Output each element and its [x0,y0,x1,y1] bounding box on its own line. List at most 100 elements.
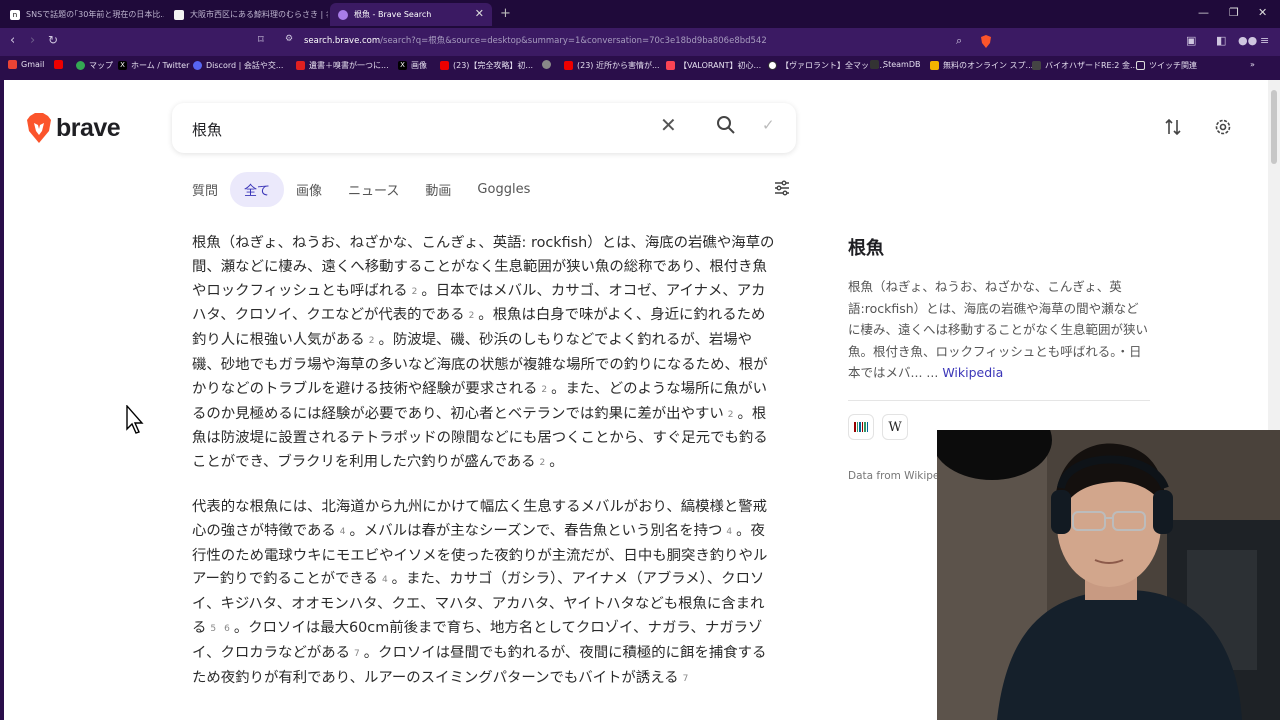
citation[interactable]: 2 [469,311,475,321]
bookmark-item[interactable]: 遺書＋嗅書が一つに... [296,60,389,71]
zoom-icon[interactable]: ⌕ [956,34,962,48]
scrollbar-thumb[interactable] [1271,90,1277,164]
bookmark-item[interactable]: Gmail [8,60,44,69]
bookmark-folder[interactable]: ツイッチ関連 [1136,60,1197,71]
bookmark-label: Discord | 会話や交... [206,61,284,70]
close-window-icon[interactable]: ✕ [1258,6,1267,19]
restore-icon[interactable]: ❐ [1229,6,1239,19]
check-icon[interactable]: ✓ [762,116,775,134]
tab-label: SNSで話題の｢30年前と現在の日本比... [26,10,164,19]
sort-icon[interactable] [1164,118,1182,140]
x-icon: X [398,61,407,70]
citation[interactable]: 2 [412,287,418,297]
citation[interactable]: 5 [210,624,216,634]
browser-tab-2[interactable]: 大阪市西区にある鯨料理のむらさき | 名... [166,3,328,26]
wikipedia-link[interactable]: Wikipedia [942,365,1003,380]
brave-wordmark: brave [56,113,121,142]
citation[interactable]: 6 [224,624,230,634]
summary-paragraph-2: 代表的な根魚には、北海道から九州にかけて幅広く生息するメバルがおり、縞模様と警戒… [192,496,776,691]
site-icon [296,61,305,70]
back-icon[interactable]: ‹ [10,33,15,48]
bookmark-item[interactable]: Discord | 会話や交... [193,60,283,71]
close-tab-icon[interactable]: ✕ [475,7,484,20]
search-icon[interactable] [716,115,736,139]
webcam-overlay [937,430,1280,720]
citation[interactable]: 2 [540,458,546,468]
site-info-icon[interactable]: ⚙ [285,34,293,44]
minimize-icon[interactable]: — [1198,6,1209,19]
tab-favicon [174,9,184,20]
bookmark-item[interactable]: (23)【完全攻略】初... [440,60,533,71]
x-icon: X [118,61,127,70]
tab-all[interactable]: 全て [230,171,285,207]
bookmarks-bar: Gmail マップ X ホーム / Twitter Discord | 会話や交.… [0,56,1280,78]
bookmark-label: 遺書＋嗅書が一つに... [309,61,389,70]
new-tab-icon[interactable]: + [500,6,511,21]
tab-news[interactable]: ニュース [348,172,399,207]
reload-icon[interactable]: ↻ [48,33,58,47]
wikidata-icon[interactable] [848,414,874,440]
search-input[interactable]: 根魚 [192,119,222,140]
bookmark-item[interactable]: X ホーム / Twitter [118,60,189,71]
bookmark-label: 【VALORANT】初心... [679,61,762,70]
bookmark-item[interactable]: 【VALORANT】初心... [666,60,761,71]
tab-questions[interactable]: 質問 [192,172,218,207]
valorant-icon [666,61,675,70]
summary-paragraph-1: 根魚（ねぎょ、ねうお、ねざかな、こんぎょ、英語: rockfish）とは、海底の… [192,232,776,476]
tab-strip: n SNSで話題の｢30年前と現在の日本比... 大阪市西区にある鯨料理のむらさき… [0,0,1280,28]
citation[interactable]: 2 [728,410,734,420]
brave-shields-icon[interactable] [980,35,992,51]
bookmark-icon[interactable]: ⌑ [258,33,264,46]
citation[interactable]: 2 [541,385,547,395]
browser-tab-active[interactable]: 根魚 - Brave Search ✕ [330,3,492,26]
tab-videos[interactable]: 動画 [425,172,451,207]
citation[interactable]: 7 [354,649,360,659]
brave-logo[interactable]: brave [26,113,121,143]
wallet-icon[interactable]: ▣ [1186,34,1196,47]
globe-icon [542,60,551,69]
citation[interactable]: 4 [726,527,732,537]
clear-icon[interactable]: ✕ [660,113,677,137]
bookmark-item[interactable]: (23) 近所から害情が... [564,60,660,71]
bookmark-item[interactable]: SteamDB [870,60,920,69]
bookmark-item[interactable]: X 画像 [398,60,427,71]
kp-divider [848,399,1150,401]
bookmark-item[interactable]: バイオハザードRE:2 金... [1032,60,1138,71]
bookmark-item[interactable] [542,60,555,69]
citation[interactable]: 7 [683,674,689,684]
search-box[interactable]: 根魚 ✕ ✓ [172,103,796,153]
bookmark-label: ツイッチ関連 [1149,61,1197,70]
forward-icon[interactable]: › [30,33,35,48]
maps-icon [76,61,85,70]
vpn-icon[interactable]: ●● [1238,34,1257,47]
bookmark-item[interactable]: マップ [76,60,113,71]
bookmark-label: (23)【完全攻略】初... [453,61,534,70]
youtube-icon [440,61,449,70]
sidebar-icon[interactable]: ◧ [1216,34,1226,47]
bookmark-label: マップ [89,61,113,70]
bookmark-item[interactable] [54,60,67,69]
site-icon [768,61,777,70]
more-bookmarks-icon[interactable]: » [1250,60,1255,69]
tab-images[interactable]: 画像 [296,172,322,207]
webcam-person-image [937,430,1280,720]
citation[interactable]: 2 [369,336,375,346]
bookmark-item[interactable]: 無料のオンライン スプ... [930,60,1033,71]
tab-favicon: n [10,9,20,20]
bookmark-label: ホーム / Twitter [131,61,190,70]
wikipedia-icon[interactable]: W [882,414,908,440]
citation[interactable]: 4 [382,575,388,585]
summary-text: 。メバルは春が主なシーズンで、春告魚という別名を持つ [349,522,723,539]
citation[interactable]: 4 [340,527,346,537]
address-toolbar: ‹ › ↻ ⌑ ⚙ search.brave.com/search?q=根魚&s… [0,28,1280,56]
menu-icon[interactable]: ≡ [1260,34,1269,47]
settings-gear-icon[interactable] [1214,118,1232,140]
bookmark-item[interactable]: 【ヴァロラント】全マップ... [768,60,885,71]
gmail-icon [8,60,17,69]
address-bar[interactable]: search.brave.com/search?q=根魚&source=desk… [304,34,767,46]
tab-goggles[interactable]: Goggles [477,174,530,205]
browser-tab-1[interactable]: n SNSで話題の｢30年前と現在の日本比... [2,3,164,26]
bookmark-label: 無料のオンライン スプ... [943,61,1034,70]
bookmark-label: (23) 近所から害情が... [577,61,660,70]
filter-sliders-icon[interactable] [774,180,790,200]
